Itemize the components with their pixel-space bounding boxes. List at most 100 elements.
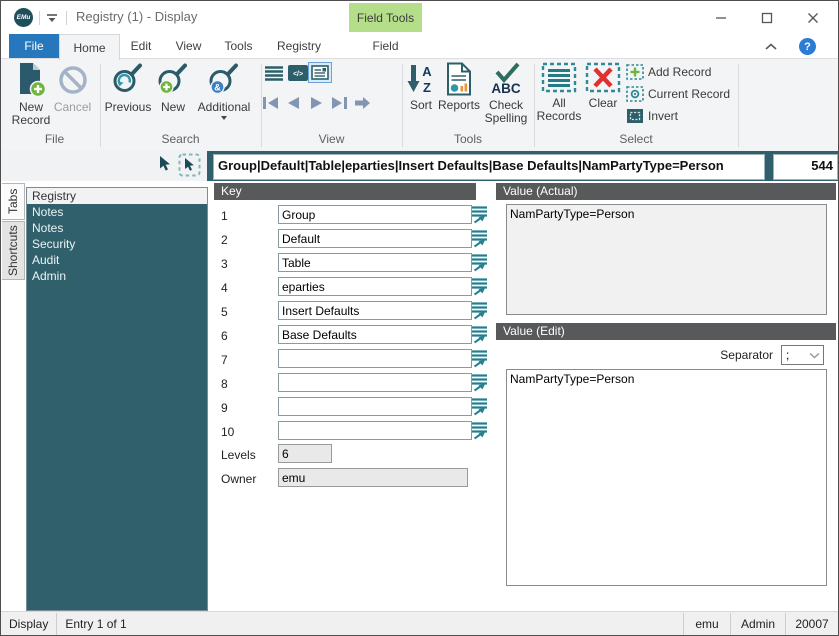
key-row-number: 9 [221, 401, 245, 415]
value-actual-textarea[interactable]: NamPartyType=Person [506, 204, 827, 315]
invert-selection-button[interactable]: Invert [626, 107, 678, 125]
first-record-icon[interactable] [261, 95, 280, 111]
registry-count-field[interactable]: 544 [773, 154, 838, 180]
tab-file[interactable]: File [9, 34, 59, 58]
lookup-list-icon[interactable] [471, 301, 489, 320]
code-glyph: </> [293, 71, 303, 78]
side-tab-tabs[interactable]: Tabs [2, 183, 25, 220]
levels-field [278, 444, 332, 463]
lookup-list-icon[interactable] [471, 325, 489, 344]
list-view-icon[interactable] [264, 65, 284, 81]
lookup-list-icon[interactable] [471, 205, 489, 224]
cancel-button[interactable]: Cancel [52, 62, 93, 114]
key-input-2[interactable] [278, 229, 472, 248]
key-input-10[interactable] [278, 421, 472, 440]
new-search-button[interactable]: New [152, 62, 194, 114]
lookup-list-icon[interactable] [471, 349, 489, 368]
key-input-7[interactable] [278, 349, 472, 368]
owner-label: Owner [221, 472, 271, 486]
all-records-button[interactable]: All Records [537, 62, 581, 123]
previous-search-button[interactable]: Previous [104, 62, 152, 114]
collapse-ribbon-button[interactable] [765, 43, 777, 51]
close-button[interactable] [799, 7, 827, 29]
all-records-icon [541, 62, 577, 94]
key-input-8[interactable] [278, 373, 472, 392]
tab-tools[interactable]: Tools [213, 34, 264, 58]
details-view-icon[interactable] [308, 62, 332, 83]
tab-home[interactable]: Home [59, 34, 120, 60]
reports-button[interactable]: Reports [438, 62, 480, 112]
app-window: EMu Registry (1) - Display Field Tools F… [0, 0, 839, 636]
side-tab-shortcuts[interactable]: Shortcuts [2, 221, 25, 280]
separator-dropdown[interactable]: ; [781, 345, 824, 365]
sidebar-item-admin[interactable]: Admin [27, 268, 207, 284]
key-input-9[interactable] [278, 397, 472, 416]
current-record-button[interactable]: Current Record [626, 85, 730, 103]
levels-label: Levels [221, 448, 271, 462]
select-cursor-icon[interactable] [158, 155, 172, 172]
ribbon-tab-row: File Home Edit View Tools Registry Field… [1, 34, 838, 58]
key-input-5[interactable] [278, 301, 472, 320]
next-record-icon[interactable] [307, 95, 326, 111]
value-edit-textarea[interactable]: NamPartyType=Person [506, 369, 827, 586]
minimize-button[interactable] [707, 7, 735, 29]
additional-search-button[interactable]: & Additional [194, 62, 254, 120]
key-input-3[interactable] [278, 253, 472, 272]
sidebar-item-registry[interactable]: Registry [27, 188, 207, 204]
sidebar-item-audit[interactable]: Audit [27, 252, 207, 268]
key-row-number: 1 [221, 209, 245, 223]
add-record-button[interactable]: Add Record [626, 63, 711, 81]
invert-icon [626, 108, 644, 124]
key-input-4[interactable] [278, 277, 472, 296]
sort-button[interactable]: A Z Sort [402, 62, 440, 112]
status-entry: Entry 1 of 1 [57, 617, 134, 631]
status-bar: Display Entry 1 of 1 emu Admin 20007 [1, 611, 838, 635]
current-record-label: Current Record [648, 87, 730, 101]
goto-record-icon[interactable] [353, 95, 372, 111]
lookup-list-icon[interactable] [471, 253, 489, 272]
last-record-icon[interactable] [330, 95, 349, 111]
help-button[interactable]: ? [799, 38, 816, 55]
registry-path-bar: Group|Default|Table|eparties|Insert Defa… [207, 151, 838, 181]
registry-path-row: Group|Default|Table|eparties|Insert Defa… [1, 150, 838, 181]
status-user: emu [684, 617, 730, 631]
value-edit-header: Value (Edit) [496, 323, 836, 340]
new-search-icon [156, 62, 190, 98]
code-view-icon[interactable]: </> [288, 65, 308, 81]
sidebar-item-security[interactable]: Security [27, 236, 207, 252]
key-row-number: 7 [221, 353, 245, 367]
group-label-search: Search [100, 132, 261, 147]
tab-registry[interactable]: Registry [264, 34, 334, 58]
lookup-list-icon[interactable] [471, 277, 489, 296]
reports-label: Reports [438, 99, 480, 112]
sort-icon: A Z [406, 62, 436, 96]
lookup-list-icon[interactable] [471, 373, 489, 392]
window-title: Registry (1) - Display [76, 9, 197, 24]
lookup-list-icon[interactable] [471, 397, 489, 416]
new-record-button[interactable]: New Record [11, 62, 51, 127]
registry-path-field[interactable]: Group|Default|Table|eparties|Insert Defa… [213, 154, 765, 180]
sort-a-glyph: A [422, 64, 432, 79]
previous-record-icon[interactable] [284, 95, 303, 111]
cancel-icon [56, 62, 90, 98]
status-port: 20007 [786, 617, 838, 631]
quick-access-toolbar-button[interactable] [46, 13, 58, 23]
lookup-list-icon[interactable] [471, 229, 489, 248]
key-input-1[interactable] [278, 205, 472, 224]
lookup-list-icon[interactable] [471, 421, 489, 440]
sidebar-item-notes[interactable]: Notes [27, 220, 207, 236]
tab-field[interactable]: Field [349, 34, 422, 58]
emu-logo-icon: EMu [14, 8, 33, 27]
sidebar-item-notes[interactable]: Notes [27, 204, 207, 220]
marquee-select-icon[interactable] [178, 153, 201, 177]
check-spelling-button[interactable]: ABC Check Spelling [479, 62, 533, 125]
add-record-icon [626, 64, 644, 80]
maximize-button[interactable] [753, 7, 781, 29]
clear-selection-button[interactable]: Clear [583, 62, 623, 110]
tab-view[interactable]: View [164, 34, 213, 58]
sort-label: Sort [410, 99, 432, 112]
tab-edit[interactable]: Edit [118, 34, 164, 58]
key-input-6[interactable] [278, 325, 472, 344]
key-row-number: 5 [221, 305, 245, 319]
group-label-view: View [261, 132, 402, 147]
